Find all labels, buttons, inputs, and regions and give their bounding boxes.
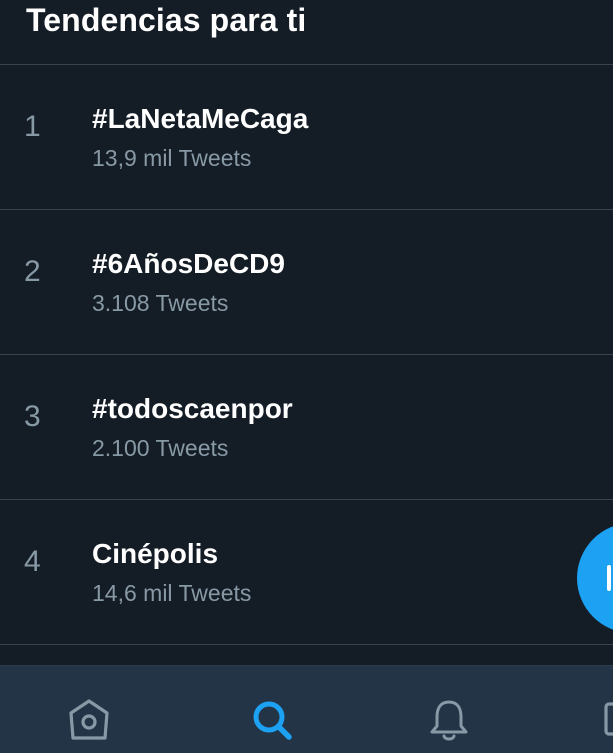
home-icon	[69, 699, 109, 740]
trend-rank: 1	[24, 110, 41, 143]
trend-name[interactable]: #6AñosDeCD9	[92, 248, 285, 280]
trend-name[interactable]: Cinépolis	[92, 538, 218, 570]
trend-item[interactable]: 3 #todoscaenpor 2.100 Tweets	[0, 355, 613, 500]
trend-tweet-count: 2.100 Tweets	[92, 435, 229, 461]
nav-home-button[interactable]	[65, 696, 115, 746]
trend-item[interactable]: 2 #6AñosDeCD9 3.108 Tweets	[0, 210, 613, 355]
trend-tweet-count: 3.108 Tweets	[92, 290, 229, 316]
bell-icon	[430, 700, 468, 741]
bottom-navigation	[0, 665, 613, 753]
trends-title: Tendencias para ti	[26, 2, 307, 38]
trend-name[interactable]: #todoscaenpor	[92, 393, 293, 425]
nav-messages-button[interactable]	[602, 696, 613, 746]
trend-list: 1 #LaNetaMeCaga 13,9 mil Tweets 2 #6Años…	[0, 65, 613, 645]
nav-search-button[interactable]	[248, 696, 298, 746]
trend-rank: 2	[24, 255, 41, 288]
trend-name[interactable]: #LaNetaMeCaga	[92, 103, 308, 135]
mail-icon	[604, 702, 613, 736]
trends-header: Tendencias para ti	[0, 0, 613, 65]
trend-item[interactable]: 4 Cinépolis 14,6 mil Tweets	[0, 500, 613, 645]
trend-item[interactable]: 1 #LaNetaMeCaga 13,9 mil Tweets	[0, 65, 613, 210]
plus-icon	[607, 565, 611, 591]
trend-item-partial	[0, 645, 613, 665]
explore-page: Tendencias para ti 1 #LaNetaMeCaga 13,9 …	[0, 0, 613, 753]
trend-rank: 4	[24, 545, 41, 578]
trend-tweet-count: 13,9 mil Tweets	[92, 145, 252, 171]
trend-tweet-count: 14,6 mil Tweets	[92, 580, 252, 606]
search-icon	[253, 701, 292, 740]
nav-notifications-button[interactable]	[425, 696, 475, 746]
trend-rank: 3	[24, 400, 41, 433]
